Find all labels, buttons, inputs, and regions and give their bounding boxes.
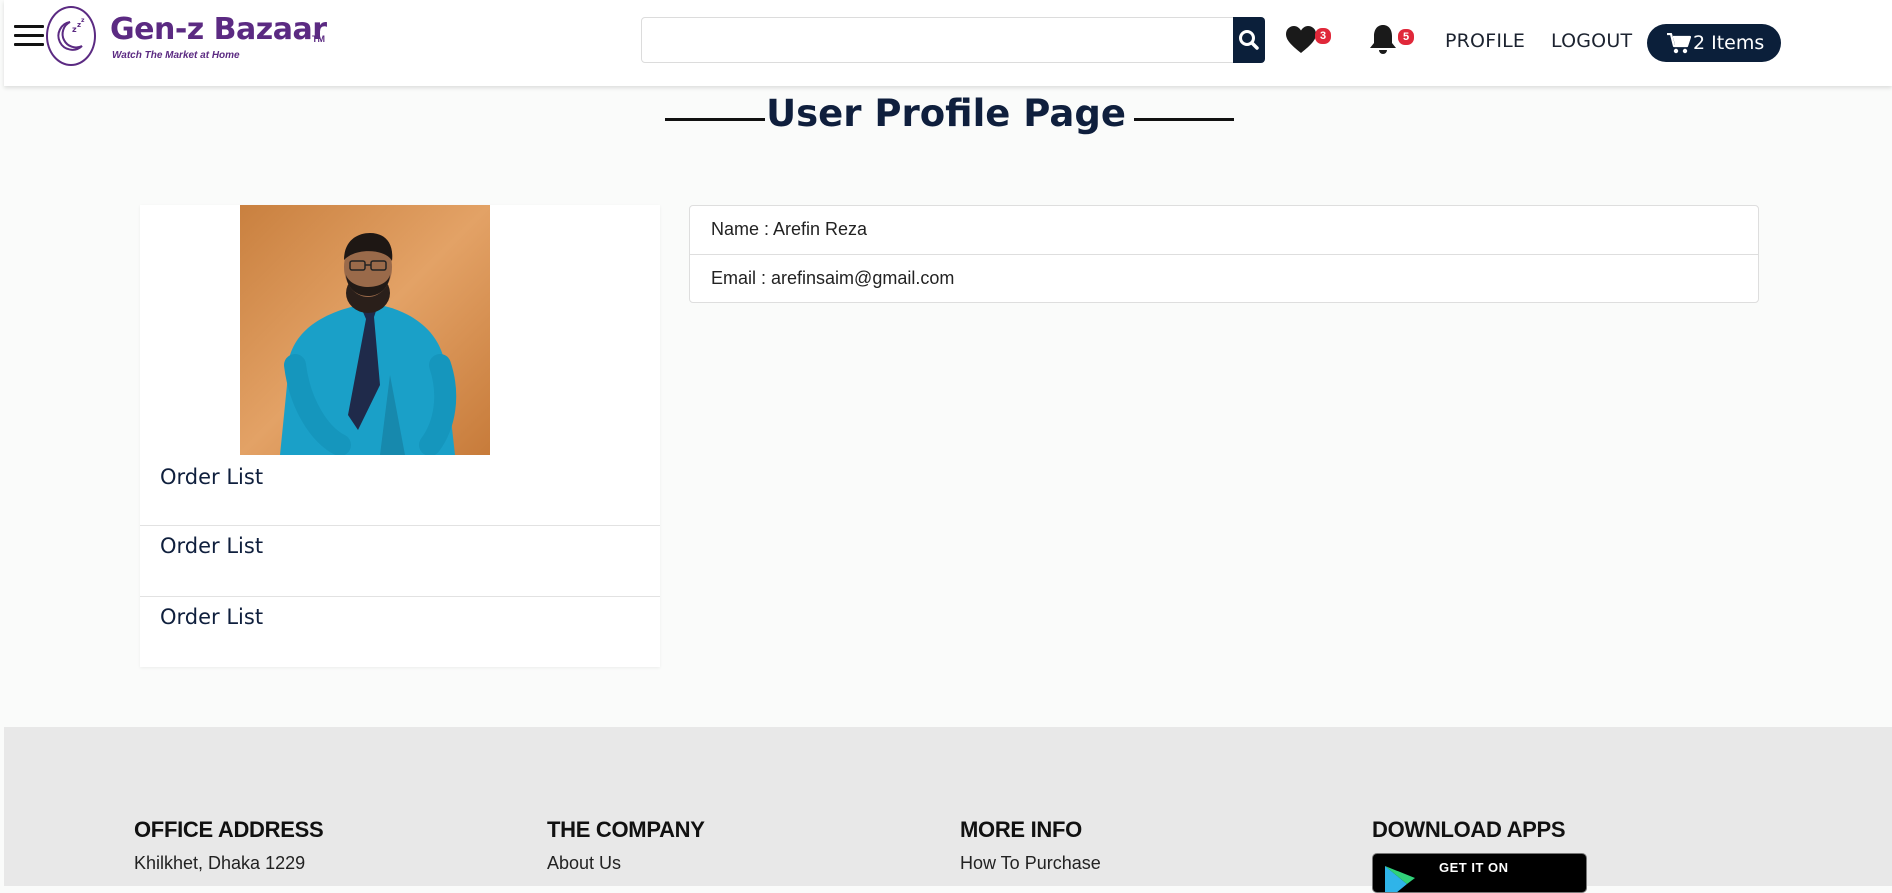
brand-trademark: TM [312,34,325,44]
page-title-row: User Profile Page [0,92,1892,148]
user-name: Name : Arefin Reza [711,219,868,239]
google-play-label: GET IT ON [1439,860,1509,875]
order-list-link[interactable]: Order List [140,525,660,595]
footer-company: THE COMPANY About Us [547,817,705,874]
top-navbar: z z z Gen-z Bazaar TM Watch The Market a… [4,0,1892,86]
brand-tagline: Watch The Market at Home [112,50,240,61]
wishlist-count-badge: 3 [1315,28,1331,44]
profile-link[interactable]: PROFILE [1445,30,1525,52]
cart-label: 2 Items [1693,32,1765,54]
user-email-row: Email : arefinsaim@gmail.com [690,254,1758,302]
title-divider-right [1134,118,1234,121]
profile-sidebar-card: Order List Order List Order List [140,205,660,667]
footer-heading: OFFICE ADDRESS [134,817,324,842]
notifications-count-badge: 5 [1398,29,1414,45]
order-list-label: Order List [160,605,264,629]
user-name-row: Name : Arefin Reza [690,206,1758,254]
brand-logo[interactable]: z z z Gen-z Bazaar TM Watch The Market a… [46,6,336,72]
order-list-link[interactable]: Order List [140,457,660,527]
about-us-link[interactable]: About Us [547,853,705,874]
moon-logo-icon: z z z [46,6,96,66]
notifications-button[interactable]: 5 [1368,23,1418,57]
svg-text:z: z [81,17,85,24]
google-play-badge[interactable]: GET IT ON [1372,853,1587,893]
footer-heading: MORE INFO [960,817,1082,842]
footer-download-apps: DOWNLOAD APPS [1372,817,1566,843]
search-button[interactable] [1233,17,1265,63]
footer-heading: THE COMPANY [547,817,705,842]
order-list-link[interactable]: Order List [140,596,660,666]
bell-icon [1370,25,1396,54]
logout-link[interactable]: LOGOUT [1551,30,1632,52]
cart-icon [1667,33,1691,54]
order-list-label: Order List [160,534,264,558]
footer-more-info: MORE INFO How To Purchase [960,817,1101,874]
order-list-label: Order List [160,465,264,489]
brand-name: Gen-z Bazaar [110,12,327,47]
footer-heading: DOWNLOAD APPS [1372,817,1566,842]
wishlist-button[interactable]: 3 [1285,25,1335,57]
hamburger-icon[interactable] [14,25,44,49]
footer-office-address: OFFICE ADDRESS Khilkhet, Dhaka 1229 [134,817,324,874]
user-details-card: Name : Arefin Reza Email : arefinsaim@gm… [689,205,1759,303]
user-email: Email : arefinsaim@gmail.com [711,268,955,288]
google-play-icon [1385,866,1415,892]
avatar [240,205,490,455]
search-icon [1239,30,1259,50]
cart-button[interactable]: 2 Items [1647,24,1781,62]
office-address-text: Khilkhet, Dhaka 1229 [134,853,306,873]
how-to-purchase-link[interactable]: How To Purchase [960,853,1101,874]
page-title: User Profile Page [766,92,1126,135]
search-input[interactable] [641,17,1234,63]
footer: OFFICE ADDRESS Khilkhet, Dhaka 1229 THE … [4,727,1892,886]
heart-icon [1286,26,1316,53]
